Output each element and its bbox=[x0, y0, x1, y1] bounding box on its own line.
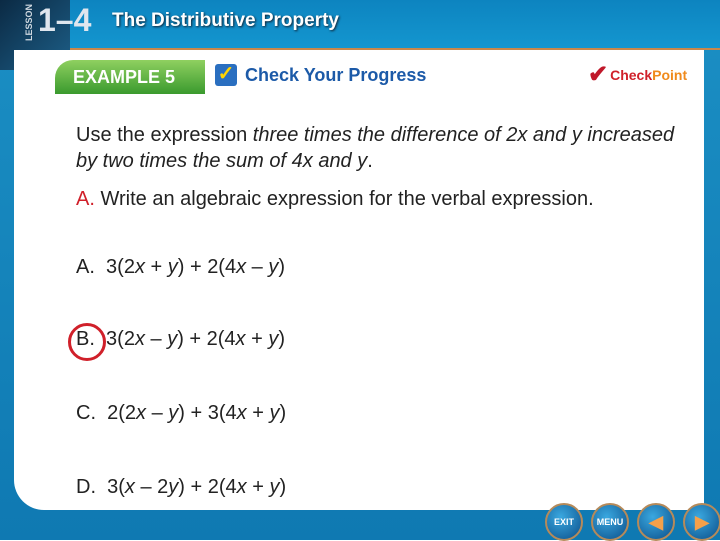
checkpoint-logo-text-2: Point bbox=[652, 66, 688, 83]
q-end: . bbox=[367, 150, 373, 172]
option-letter: D. bbox=[76, 476, 96, 498]
option-text-part: x bbox=[134, 328, 145, 350]
menu-button[interactable]: MENU bbox=[591, 503, 629, 541]
option-text-part: y bbox=[269, 402, 280, 424]
option-text-part: – bbox=[144, 328, 168, 350]
option-text-part: x bbox=[235, 328, 246, 350]
option-text-part: y bbox=[168, 402, 179, 424]
option-text-part: ) bbox=[279, 476, 287, 498]
option-text-part: ) + 3(4 bbox=[178, 402, 237, 424]
menu-label: MENU bbox=[596, 517, 624, 527]
answer-option-d[interactable]: D. 3(x – 2y) + 2(4x + y) bbox=[76, 476, 286, 499]
option-text-part: + bbox=[246, 476, 270, 498]
option-text-part: 2(2 bbox=[107, 402, 137, 424]
answer-option-b[interactable]: B. 3(2x – y) + 2(4x + y) bbox=[76, 328, 285, 351]
option-text-part: – bbox=[246, 256, 269, 278]
option-text-part: + bbox=[245, 328, 269, 350]
option-text-part: x bbox=[236, 476, 247, 498]
answer-option-c[interactable]: C. 2(2x – y) + 3(4x + y) bbox=[76, 402, 286, 425]
option-text-part: x bbox=[236, 256, 247, 278]
option-text-part: y bbox=[167, 256, 178, 278]
part-a-text: A. Write an algebraic expression for the… bbox=[76, 186, 636, 212]
option-text-part: – bbox=[146, 402, 169, 424]
option-text-part: y bbox=[268, 256, 279, 278]
lesson-label: LESSON bbox=[24, 4, 34, 42]
slide: LESSON 1–4 The Distributive Property EXA… bbox=[0, 0, 720, 541]
example-badge: EXAMPLE 5 bbox=[55, 60, 205, 94]
check-your-progress: ✓ Check Your Progress bbox=[215, 64, 426, 86]
option-text-part: y bbox=[268, 328, 279, 350]
option-text-part: x bbox=[134, 256, 145, 278]
triangle-right-icon: ▶ bbox=[695, 511, 709, 532]
part-text: Write an algebraic expression for the ve… bbox=[94, 188, 594, 210]
option-text-part: 3( bbox=[107, 476, 125, 498]
option-text-part: + bbox=[246, 402, 270, 424]
option-text-part: + bbox=[144, 256, 168, 278]
option-text-part: y bbox=[168, 476, 179, 498]
option-text-part: ) bbox=[279, 402, 287, 424]
option-letter: B. bbox=[76, 328, 95, 350]
option-text-part: x bbox=[236, 402, 247, 424]
option-text-part: ) + 2(4 bbox=[178, 476, 237, 498]
option-text-part: x bbox=[136, 402, 147, 424]
option-letter: A. bbox=[76, 256, 95, 278]
option-text-part: y bbox=[167, 328, 178, 350]
checkmark-icon: ✔ bbox=[588, 61, 609, 88]
header-bar bbox=[0, 0, 720, 50]
answer-option-a[interactable]: A. 3(2x + y) + 2(4x – y) bbox=[76, 256, 285, 279]
checkpoint-logo-text: Check bbox=[610, 66, 653, 83]
option-text-part: ) bbox=[278, 256, 286, 278]
nav-buttons: EXIT MENU ◀ ▶ bbox=[545, 503, 720, 541]
option-text-part: – 2 bbox=[134, 476, 169, 498]
option-text-part: ) + 2(4 bbox=[177, 256, 237, 278]
triangle-left-icon: ◀ bbox=[649, 511, 663, 532]
previous-button[interactable]: ◀ bbox=[637, 503, 675, 541]
exit-button[interactable]: EXIT bbox=[545, 503, 583, 541]
option-text-part: y bbox=[269, 476, 280, 498]
option-text-part: 3(2 bbox=[106, 256, 135, 278]
option-text-part: x bbox=[124, 476, 135, 498]
option-text-part: 3(2 bbox=[106, 328, 135, 350]
option-text-part: ) bbox=[278, 328, 286, 350]
question-text: Use the expression three times the diffe… bbox=[76, 122, 676, 174]
q-text: Use the expression bbox=[76, 124, 253, 146]
part-label: A. bbox=[76, 188, 95, 210]
checkpoint-logo: ✔ Check Point bbox=[588, 60, 687, 89]
exit-label: EXIT bbox=[553, 517, 574, 527]
next-button[interactable]: ▶ bbox=[683, 503, 720, 541]
lesson-title: The Distributive Property bbox=[112, 10, 339, 31]
lesson-number: 1–4 bbox=[38, 2, 92, 38]
option-letter: C. bbox=[76, 402, 96, 424]
content-panel bbox=[14, 50, 704, 510]
checkbox-check-icon: ✓ bbox=[215, 64, 237, 86]
option-text-part: ) + 2(4 bbox=[177, 328, 236, 350]
check-progress-label: Check Your Progress bbox=[245, 64, 427, 85]
